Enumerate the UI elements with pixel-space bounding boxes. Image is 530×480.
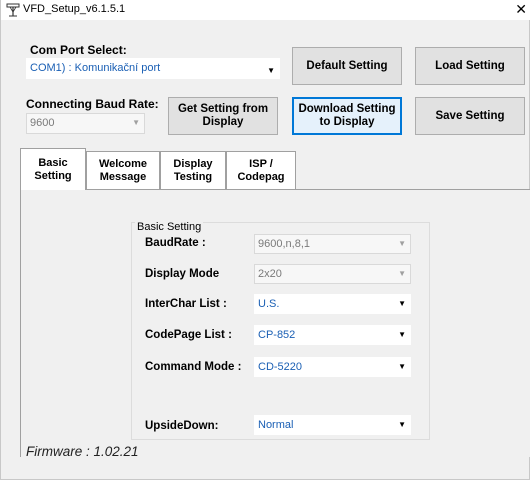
download-setting-label-2: to Display — [319, 116, 375, 128]
upside-down-label: UpsideDown: — [145, 420, 219, 432]
interchar-list-select[interactable]: U.S. ▼ — [254, 294, 411, 314]
dropdown-arrow-icon: ▼ — [398, 420, 406, 429]
dropdown-arrow-icon: ▼ — [267, 66, 275, 75]
group-title: Basic Setting — [135, 221, 204, 233]
main-window: VFD_Setup_v6.1.5.1 ✕ Com Port Select: CO… — [0, 0, 530, 480]
get-setting-button[interactable]: Get Setting from Display — [168, 97, 278, 135]
dropdown-arrow-icon: ▼ — [398, 299, 406, 308]
baud-rate-select[interactable]: 9600 ▼ — [26, 113, 145, 134]
dropdown-arrow-icon: ▼ — [398, 239, 406, 248]
com-port-label: Com Port Select: — [30, 43, 127, 57]
display-mode-label: Display Mode — [145, 268, 220, 280]
interchar-list-label: InterChar List : — [145, 298, 227, 310]
default-setting-button[interactable]: Default Setting — [292, 47, 402, 85]
tab-label-1: Welcome — [98, 157, 148, 170]
tab-display-testing[interactable]: Display Testing — [160, 151, 226, 189]
firmware-version: Firmware : 1.02.21 — [26, 444, 139, 459]
default-setting-label: Default Setting — [306, 59, 388, 72]
baudrate-value: 9600,n,8,1 — [258, 238, 310, 250]
tab-welcome-message[interactable]: Welcome Message — [86, 151, 160, 189]
tab-basic-setting[interactable]: Basic Setting — [20, 148, 86, 190]
codepage-list-value: CP-852 — [258, 329, 296, 341]
baud-rate-label: Connecting Baud Rate: — [26, 97, 159, 111]
com-port-value: COM1) : Komunikační port — [30, 62, 161, 74]
baudrate-select[interactable]: 9600,n,8,1 ▼ — [254, 234, 411, 254]
get-setting-label-2: Display — [202, 116, 244, 128]
tab-label-1: Basic — [38, 156, 68, 169]
network-tower-icon — [6, 3, 20, 17]
title-bar: VFD_Setup_v6.1.5.1 ✕ — [1, 0, 530, 20]
codepage-list-select[interactable]: CP-852 ▼ — [254, 325, 411, 345]
com-port-select[interactable]: COM1) : Komunikační port ▼ — [26, 58, 280, 79]
tab-label-2: Testing — [173, 170, 213, 183]
dropdown-arrow-icon: ▼ — [132, 118, 140, 127]
tab-label-2: Codepag — [237, 170, 285, 183]
tab-isp-codepage[interactable]: ISP / Codepag — [226, 151, 296, 189]
display-mode-value: 2x20 — [258, 268, 282, 280]
codepage-list-label: CodePage List : — [145, 329, 232, 341]
dropdown-arrow-icon: ▼ — [398, 330, 406, 339]
window-title: VFD_Setup_v6.1.5.1 — [23, 3, 126, 15]
tab-label-2: Setting — [34, 169, 72, 182]
save-setting-button[interactable]: Save Setting — [415, 97, 525, 135]
dropdown-arrow-icon: ▼ — [398, 269, 406, 278]
dropdown-arrow-icon: ▼ — [398, 362, 406, 371]
download-setting-button[interactable]: Download Setting to Display — [292, 97, 402, 135]
interchar-list-value: U.S. — [258, 298, 280, 310]
command-mode-value: CD-5220 — [258, 361, 303, 373]
baudrate-label: BaudRate : — [145, 237, 206, 249]
save-setting-label: Save Setting — [435, 109, 505, 122]
load-setting-label: Load Setting — [435, 59, 505, 72]
upside-down-select[interactable]: Normal ▼ — [254, 415, 411, 435]
tab-label-2: Message — [99, 170, 147, 183]
load-setting-button[interactable]: Load Setting — [415, 47, 525, 85]
upside-down-value: Normal — [258, 419, 294, 431]
get-setting-label-1: Get Setting from — [177, 103, 269, 115]
download-setting-label-1: Download Setting — [298, 103, 396, 115]
tab-label-1: Display — [173, 157, 213, 170]
tab-label-1: ISP / — [249, 157, 273, 170]
close-icon[interactable]: ✕ — [515, 1, 527, 17]
command-mode-select[interactable]: CD-5220 ▼ — [254, 357, 411, 377]
baud-rate-value: 9600 — [30, 117, 55, 129]
command-mode-label: Command Mode : — [145, 361, 242, 373]
display-mode-select[interactable]: 2x20 ▼ — [254, 264, 411, 284]
